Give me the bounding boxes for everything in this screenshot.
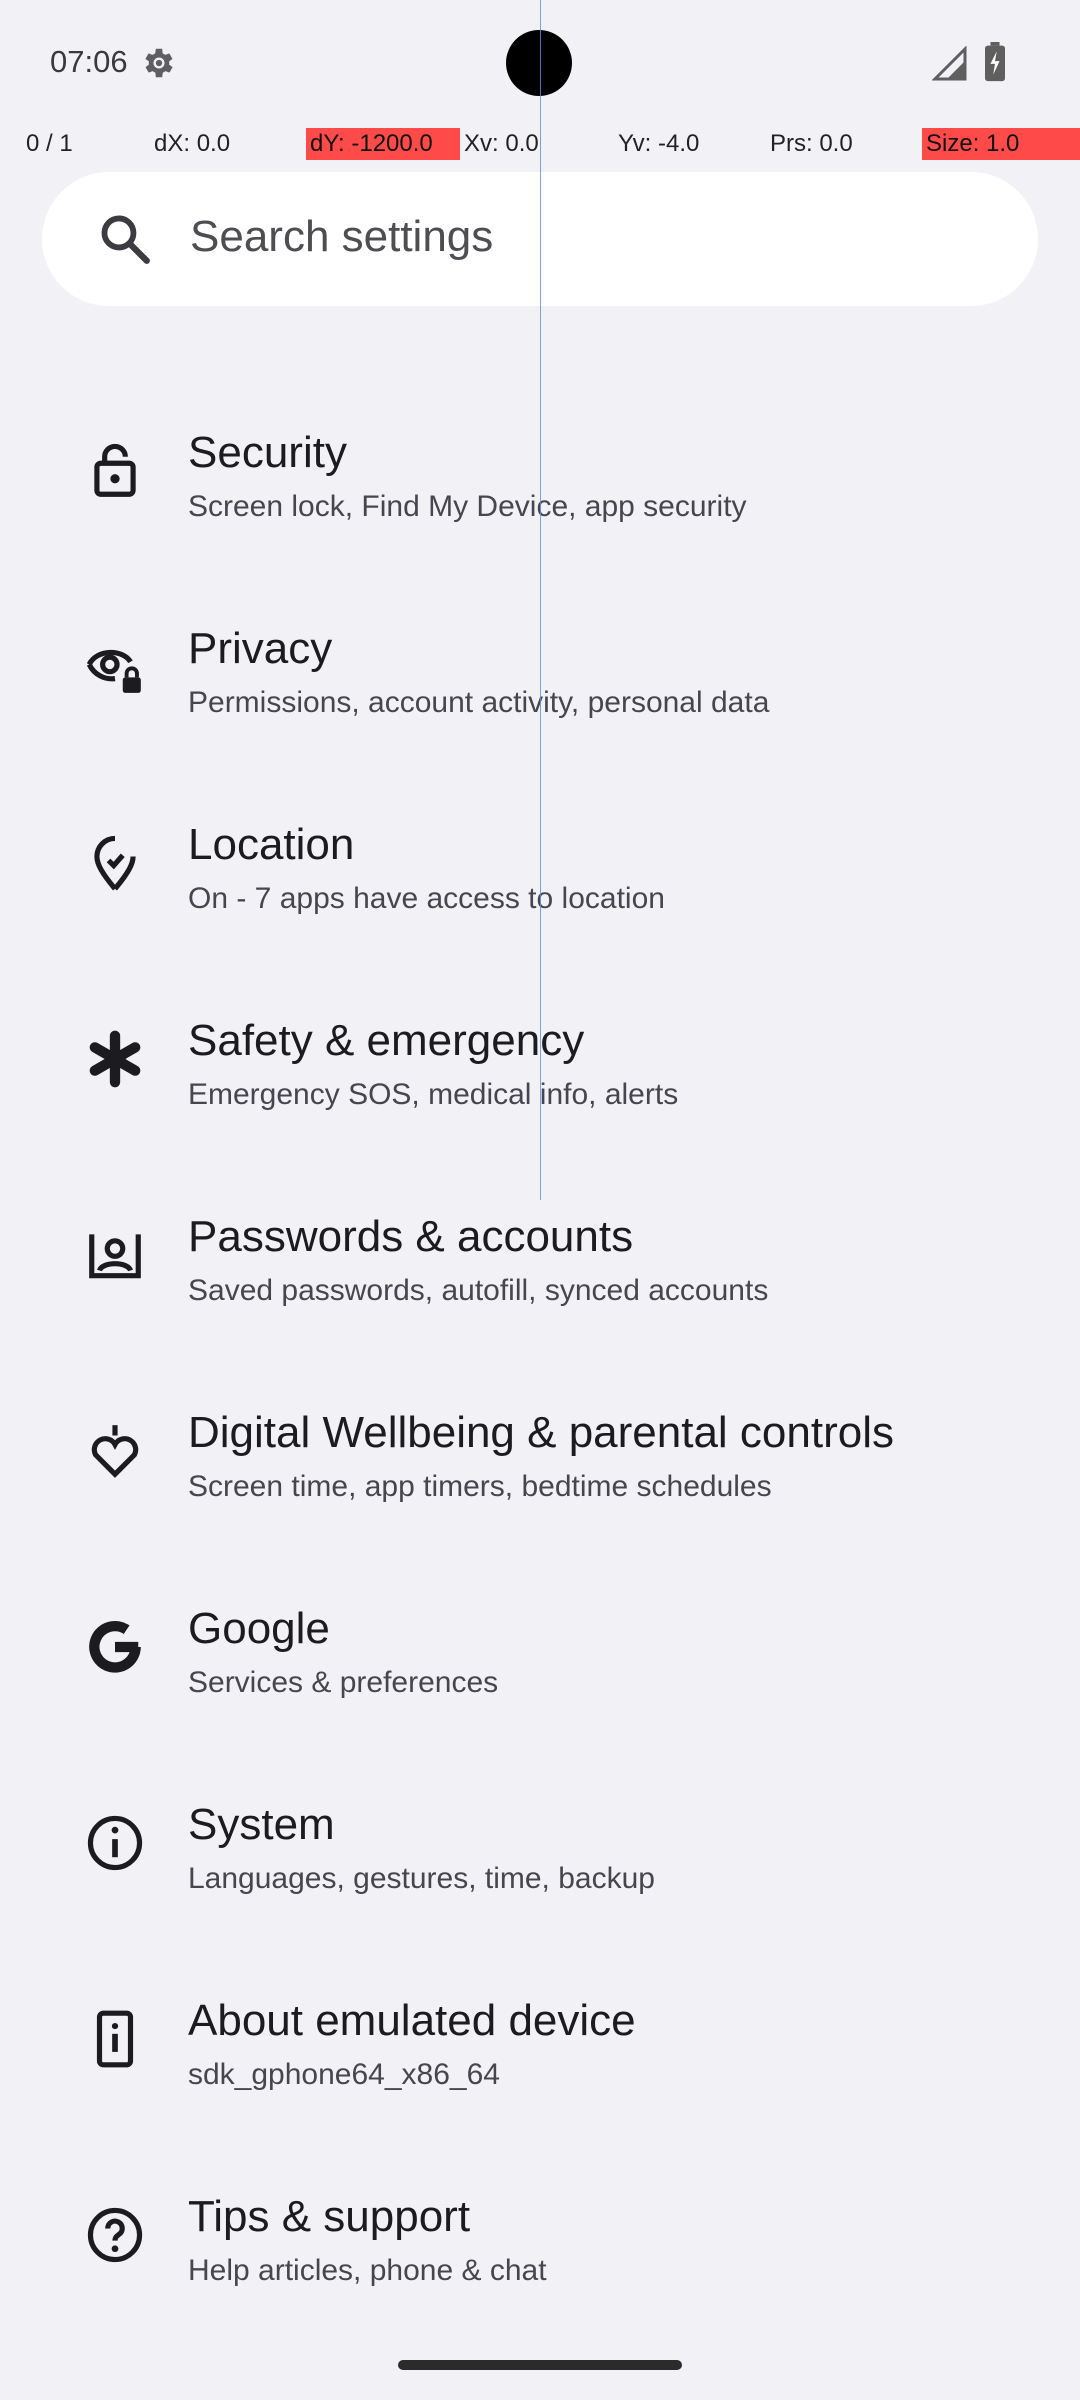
settings-item-digital-wellbeing[interactable]: Digital Wellbeing & parental controls Sc… [0, 1352, 1080, 1548]
settings-item-tips-support[interactable]: Tips & support Help articles, phone & ch… [0, 2136, 1080, 2332]
settings-item-title: Digital Wellbeing & parental controls [188, 1408, 894, 1457]
google-g-icon [89, 1620, 141, 1673]
settings-item-title: System [188, 1800, 335, 1849]
settings-item-subtitle: Screen lock, Find My Device, app securit… [188, 490, 747, 523]
settings-item-title: Passwords & accounts [188, 1212, 634, 1261]
debug-xv: Xv: 0.0 [464, 130, 539, 157]
debug-dy: dY: -1200.0 [306, 128, 460, 160]
location-pin-icon [94, 835, 136, 891]
settings-item-system[interactable]: System Languages, gestures, time, backup [0, 1744, 1080, 1940]
settings-item-google[interactable]: Google Services & preferences [0, 1548, 1080, 1744]
debug-yv: Yv: -4.0 [618, 130, 700, 157]
settings-screen: 07:06 0 / 1 dX: 0.0 dY: -1200.0 Xv: 0.0 … [0, 0, 1080, 2400]
debug-pointer-count: 0 / 1 [26, 130, 73, 157]
settings-item-title: Location [188, 820, 355, 869]
search-icon[interactable] [96, 210, 154, 268]
debug-prs: Prs: 0.0 [770, 130, 853, 157]
settings-item-subtitle: sdk_gphone64_x86_64 [188, 2058, 500, 2091]
settings-item-title: Google [188, 1604, 330, 1653]
battery-charging-icon [985, 42, 1005, 82]
eye-lock-icon [86, 649, 141, 693]
help-circle-icon [87, 2207, 143, 2263]
settings-item-subtitle: Emergency SOS, medical info, alerts [188, 1078, 679, 1111]
cell-signal-icon [932, 46, 967, 81]
info-circle-icon [87, 1815, 143, 1871]
settings-item-subtitle: On - 7 apps have access to location [188, 882, 665, 915]
status-time: 07:06 [50, 44, 128, 79]
settings-item-title: About emulated device [188, 1996, 636, 2045]
device-info-icon [96, 2010, 134, 2068]
settings-item-title: Security [188, 428, 347, 477]
settings-item-subtitle: Screen time, app timers, bedtime schedul… [188, 1470, 772, 1503]
account-box-icon [89, 1234, 141, 1279]
gesture-navigation-handle[interactable] [398, 2360, 682, 2370]
settings-item-subtitle: Help articles, phone & chat [188, 2254, 547, 2287]
lock-icon [94, 443, 136, 497]
settings-item-subtitle: Languages, gestures, time, backup [188, 1862, 655, 1895]
debug-size: Size: 1.0 [922, 128, 1080, 160]
medical-asterisk-icon [89, 1030, 141, 1088]
search-input[interactable]: Search settings [190, 212, 493, 262]
front-camera-cutout [506, 30, 572, 96]
settings-item-about-device[interactable]: About emulated device sdk_gphone64_x86_6… [0, 1940, 1080, 2136]
settings-item-subtitle: Saved passwords, autofill, synced accoun… [188, 1274, 769, 1307]
pointer-trace-line [540, 0, 541, 1200]
settings-item-subtitle: Services & preferences [188, 1666, 499, 1699]
settings-item-title: Privacy [188, 624, 333, 673]
debug-dx: dX: 0.0 [154, 130, 231, 157]
settings-item-title: Safety & emergency [188, 1016, 585, 1065]
settings-item-title: Tips & support [188, 2192, 471, 2241]
heart-wellbeing-icon [91, 1425, 139, 1478]
gear-icon [145, 48, 173, 78]
settings-item-subtitle: Permissions, account activity, personal … [188, 686, 770, 719]
